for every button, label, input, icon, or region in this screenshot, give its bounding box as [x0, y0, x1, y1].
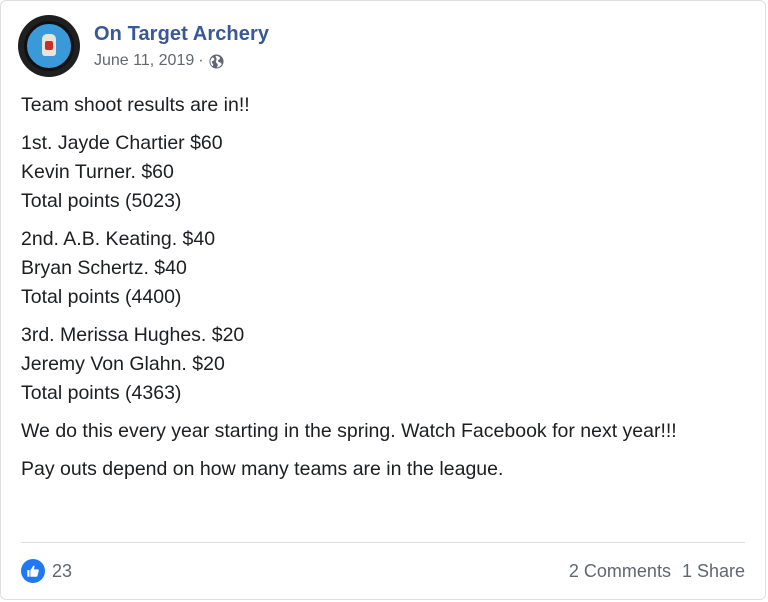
post-header: On Target Archery June 11, 2019 ·	[18, 15, 269, 77]
post-subline: June 11, 2019 ·	[94, 52, 269, 70]
post-paragraph: 1st. Jayde Chartier $60 Kevin Turner. $6…	[21, 129, 741, 216]
globe-icon[interactable]	[209, 53, 224, 69]
post-text-line: Kevin Turner. $60	[21, 161, 174, 183]
post-meta: On Target Archery June 11, 2019 ·	[94, 22, 269, 70]
post-text-line: 2nd. A.B. Keating. $40	[21, 228, 216, 250]
post-text-line: 3rd. Merissa Hughes. $20	[21, 324, 245, 346]
facebook-post: On Target Archery June 11, 2019 · Team s…	[0, 0, 766, 600]
post-paragraph: Pay outs depend on how many teams are in…	[21, 455, 741, 484]
avatar-archer-figure	[42, 34, 56, 56]
page-name-link[interactable]: On Target Archery	[94, 22, 269, 46]
reactions-summary[interactable]: 23	[21, 559, 72, 583]
post-text-line: We do this every year starting in the sp…	[21, 420, 677, 442]
post-paragraph: 3rd. Merissa Hughes. $20 Jeremy Von Glah…	[21, 321, 741, 408]
post-paragraph: We do this every year starting in the sp…	[21, 417, 721, 446]
post-body: Team shoot results are in!! 1st. Jayde C…	[21, 91, 741, 493]
post-footer: 23 2 Comments 1 Share	[21, 556, 745, 586]
comments-count-link[interactable]: 2 Comments	[569, 561, 671, 582]
post-text-line: Total points (4400)	[21, 286, 182, 308]
post-paragraph: Team shoot results are in!!	[21, 91, 741, 120]
post-text-line: Total points (5023)	[21, 190, 182, 212]
post-text-line: Jeremy Von Glahn. $20	[21, 353, 225, 375]
reaction-count: 23	[52, 560, 73, 581]
like-icon	[21, 559, 45, 583]
post-text-line: Team shoot results are in!!	[21, 94, 250, 116]
post-text-line: 1st. Jayde Chartier $60	[21, 132, 223, 154]
footer-divider	[21, 542, 745, 543]
engagement-counts: 2 Comments 1 Share	[569, 561, 745, 582]
post-paragraph: 2nd. A.B. Keating. $40 Bryan Schertz. $4…	[21, 225, 741, 312]
post-text-line: Bryan Schertz. $40	[21, 257, 187, 279]
shares-count-link[interactable]: 1 Share	[682, 561, 745, 582]
page-avatar[interactable]	[18, 15, 80, 77]
post-text-line: Total points (4363)	[21, 382, 182, 404]
post-text-line: Pay outs depend on how many teams are in…	[21, 458, 504, 480]
post-date-link[interactable]: June 11, 2019	[94, 52, 194, 70]
meta-separator: ·	[198, 52, 204, 69]
